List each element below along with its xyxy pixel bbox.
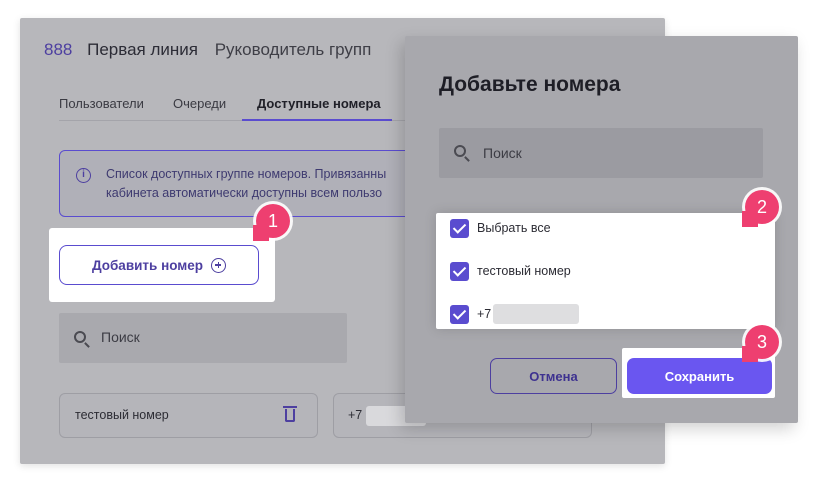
tab-users[interactable]: Пользователи xyxy=(59,96,144,111)
add-number-highlight: Добавить номер xyxy=(49,228,275,302)
group-number: 888 xyxy=(44,40,73,59)
checkbox-checked-icon[interactable] xyxy=(450,261,469,281)
tab-available-numbers[interactable]: Доступные номера xyxy=(257,96,381,111)
info-line-2: кабинета автоматически доступны всем пол… xyxy=(106,186,383,200)
role-name: Руководитель групп xyxy=(214,40,372,59)
step-marker-2: 2 xyxy=(742,190,779,227)
checkbox-checked-icon[interactable] xyxy=(450,218,469,238)
select-all-option[interactable]: Выбрать все xyxy=(450,218,551,238)
search-placeholder: Поиск xyxy=(101,329,140,345)
redacted-number xyxy=(493,304,580,324)
dialog-search-input[interactable]: Поиск xyxy=(439,128,763,178)
search-icon xyxy=(454,145,466,157)
cancel-button[interactable]: Отмена xyxy=(490,358,617,394)
add-number-label: Добавить номер xyxy=(91,257,204,273)
number-option[interactable]: тестовый номер xyxy=(450,261,571,281)
save-button[interactable]: Сохранить xyxy=(627,358,772,394)
dialog-search-placeholder: Поиск xyxy=(483,145,522,161)
search-icon xyxy=(74,331,86,343)
search-field[interactable]: Поиск xyxy=(59,313,347,363)
checkbox-checked-icon[interactable] xyxy=(450,304,469,324)
line-name: Первая линия xyxy=(87,40,198,59)
info-line-1: Список доступных группе номеров. Привяза… xyxy=(106,167,387,181)
add-number-button[interactable]: Добавить номер xyxy=(59,245,259,285)
trash-icon[interactable] xyxy=(283,406,297,422)
option-label: тестовый номер xyxy=(477,264,571,278)
option-label: Выбрать все xyxy=(477,221,551,235)
step-marker-1: 1 xyxy=(253,204,290,241)
option-label: +7 xyxy=(477,307,492,321)
step-marker-3: 3 xyxy=(742,325,779,362)
info-icon: i xyxy=(76,168,91,183)
number-option[interactable]: +7 xyxy=(450,304,580,324)
page-header: 888 Первая линия Руководитель групп xyxy=(44,40,371,60)
dialog-title: Добавьте номера xyxy=(439,73,621,96)
number-card-label: тестовый номер xyxy=(75,408,169,422)
number-card-label: +7 xyxy=(348,408,363,422)
active-tab-indicator xyxy=(242,119,392,121)
add-numbers-dialog: Добавьте номера Поиск Выбрать все тестов… xyxy=(405,36,798,423)
number-card: тестовый номер xyxy=(59,393,318,438)
plus-circle-icon xyxy=(211,257,227,273)
numbers-checklist: Выбрать все тестовый номер +7 xyxy=(436,213,775,329)
info-text: Список доступных группе номеров. Привяза… xyxy=(106,165,386,203)
tab-queues[interactable]: Очереди xyxy=(173,96,226,111)
